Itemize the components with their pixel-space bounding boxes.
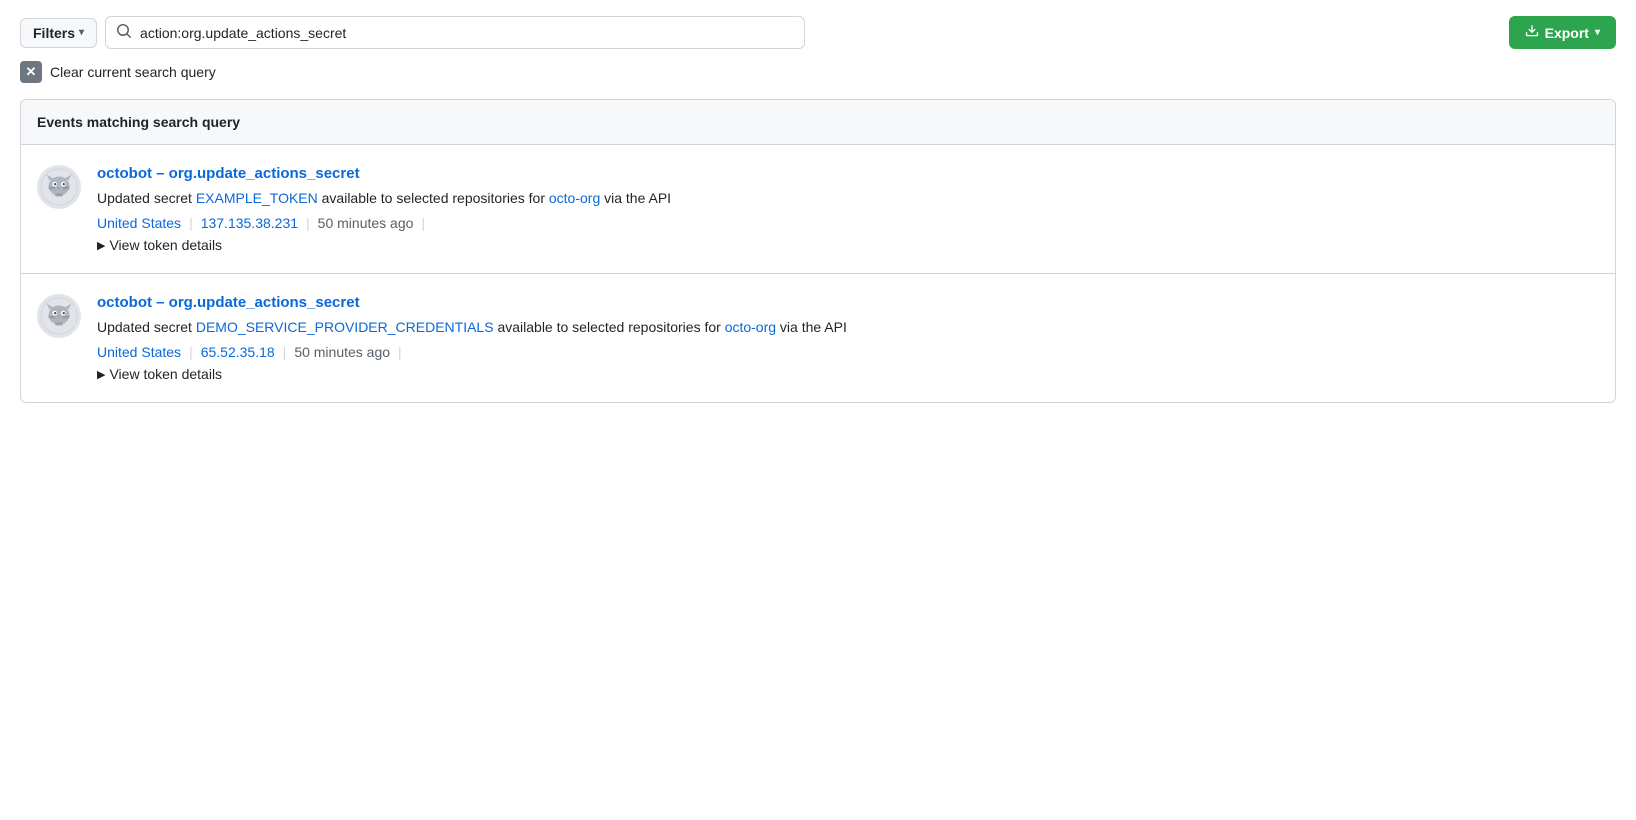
clear-icon: ✕ — [20, 61, 42, 83]
event-ip: 137.135.38.231 — [201, 215, 298, 231]
event-dash: – — [156, 165, 169, 182]
clear-query-label: Clear current search query — [50, 64, 216, 80]
desc-prefix: Updated secret — [97, 319, 196, 335]
desc-end: via the API — [600, 190, 671, 206]
desc-suffix: available to selected repositories for — [494, 319, 725, 335]
filters-label: Filters — [33, 25, 75, 41]
separator-1: | — [189, 215, 193, 231]
search-box — [105, 16, 805, 49]
event-content: octobot – org.update_actions_secret Upda… — [97, 165, 1599, 253]
export-chevron-icon: ▾ — [1595, 27, 1600, 38]
event-meta: United States | 65.52.35.18 | 50 minutes… — [97, 344, 1599, 360]
separator-1: | — [189, 344, 193, 360]
org-link[interactable]: octo-org — [725, 319, 776, 335]
separator-3: | — [398, 344, 402, 360]
desc-suffix: available to selected repositories for — [318, 190, 549, 206]
view-token-label: View token details — [109, 366, 222, 382]
view-token-arrow: ▶ — [97, 239, 105, 252]
view-token-label: View token details — [109, 237, 222, 253]
events-header-text: Events matching search query — [37, 114, 240, 130]
event-location[interactable]: United States — [97, 344, 181, 360]
event-title-link[interactable]: octobot – org.update_actions_secret — [97, 165, 360, 182]
avatar — [37, 294, 81, 338]
clear-query[interactable]: ✕ Clear current search query — [20, 61, 1616, 83]
token-name: DEMO_SERVICE_PROVIDER_CREDENTIALS — [196, 319, 494, 335]
event-title: octobot – org.update_actions_secret — [97, 294, 1599, 311]
export-label: Export — [1545, 25, 1589, 41]
separator-2: | — [283, 344, 287, 360]
event-time: 50 minutes ago — [294, 344, 390, 360]
top-bar: Filters ▾ Export ▾ — [20, 16, 1616, 49]
events-container: Events matching search query — [20, 99, 1616, 403]
event-user: octobot — [97, 294, 152, 311]
event-title: octobot – org.update_actions_secret — [97, 165, 1599, 182]
events-header: Events matching search query — [21, 100, 1615, 145]
event-meta: United States | 137.135.38.231 | 50 minu… — [97, 215, 1599, 231]
event-row: octobot – org.update_actions_secret Upda… — [21, 274, 1615, 402]
view-token-button[interactable]: ▶ View token details — [97, 237, 222, 253]
export-download-icon — [1525, 24, 1539, 41]
view-token-arrow: ▶ — [97, 368, 105, 381]
token-name: EXAMPLE_TOKEN — [196, 190, 318, 206]
event-row: octobot – org.update_actions_secret Upda… — [21, 145, 1615, 274]
desc-prefix: Updated secret — [97, 190, 196, 206]
avatar — [37, 165, 81, 209]
event-location[interactable]: United States — [97, 215, 181, 231]
filters-chevron-icon: ▾ — [79, 27, 84, 38]
event-time: 50 minutes ago — [318, 215, 414, 231]
filters-button[interactable]: Filters ▾ — [20, 18, 97, 48]
export-button[interactable]: Export ▾ — [1509, 16, 1616, 49]
org-link[interactable]: octo-org — [549, 190, 600, 206]
desc-end: via the API — [776, 319, 847, 335]
search-icon — [116, 23, 132, 42]
event-title-link[interactable]: octobot – org.update_actions_secret — [97, 294, 360, 311]
event-content: octobot – org.update_actions_secret Upda… — [97, 294, 1599, 382]
event-user: octobot — [97, 165, 152, 182]
separator-2: | — [306, 215, 310, 231]
separator-3: | — [421, 215, 425, 231]
event-ip: 65.52.35.18 — [201, 344, 275, 360]
event-action: org.update_actions_secret — [169, 294, 360, 311]
event-dash: – — [156, 294, 169, 311]
view-token-button[interactable]: ▶ View token details — [97, 366, 222, 382]
search-input[interactable] — [140, 25, 794, 41]
event-description: Updated secret DEMO_SERVICE_PROVIDER_CRE… — [97, 317, 1599, 338]
event-action: org.update_actions_secret — [169, 165, 360, 182]
top-bar-left: Filters ▾ — [20, 16, 1509, 49]
event-description: Updated secret EXAMPLE_TOKEN available t… — [97, 188, 1599, 209]
